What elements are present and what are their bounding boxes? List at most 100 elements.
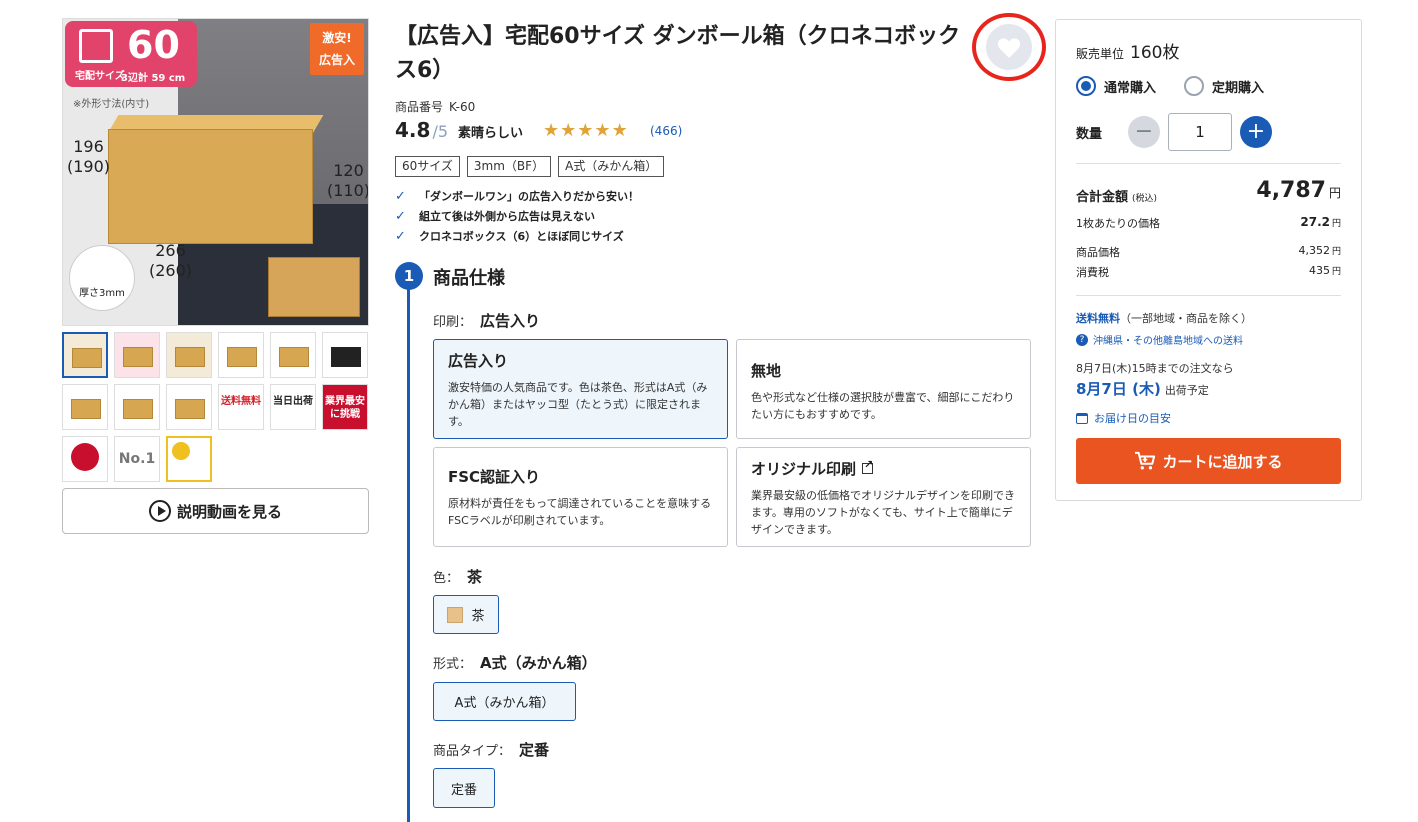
- color-swatch: [447, 606, 464, 623]
- cheap-badge-line2: 広告入: [318, 53, 355, 67]
- quantity-increase-button[interactable]: +: [1240, 116, 1272, 148]
- thumbnail-no1[interactable]: No.1: [114, 436, 160, 482]
- thumbnail-free-shipping[interactable]: 送料無料: [218, 384, 264, 430]
- dimension-note: ※外形寸法(内寸): [73, 99, 150, 110]
- size-label: 宅配サイズ: [75, 71, 125, 82]
- spec-tag: 3mm（BF）: [466, 156, 552, 177]
- radio-subscription-label[interactable]: 定期購入: [1212, 77, 1264, 96]
- total-price: 4,787 円: [1256, 178, 1341, 203]
- thickness-circle: 厚さ3mm: [69, 245, 135, 311]
- form-label-text: 形式：: [433, 657, 473, 672]
- form-value: A式（みかん箱）: [480, 654, 597, 672]
- watch-video-button[interactable]: 説明動画を見る: [62, 488, 369, 534]
- currency-label: 円: [1331, 267, 1341, 277]
- printing-label-text: 印刷：: [433, 315, 473, 330]
- feature-item: ✓ クロネコボックス（6）とほぼ同じサイズ: [395, 226, 639, 246]
- option-title-row: オリジナル印刷: [751, 458, 1016, 479]
- star-icon: ★: [543, 120, 560, 141]
- total-tax-note: (税込): [1132, 194, 1158, 204]
- form-option-a[interactable]: A式（みかん箱）: [433, 682, 576, 721]
- thumbnail-5[interactable]: [270, 332, 316, 378]
- favorite-button[interactable]: [972, 13, 1046, 81]
- star-icon: ★: [611, 120, 628, 141]
- option-desc: 業界最安級の低価格でオリジナルデザインを印刷できます。専用のソフトがなくても、サ…: [751, 489, 1015, 536]
- question-icon: ?: [1076, 333, 1088, 346]
- tax-price: 435 円: [1309, 264, 1341, 280]
- tax-label: 消費税: [1076, 266, 1109, 279]
- thumbnail-payment[interactable]: [166, 436, 212, 482]
- thumbnail-2[interactable]: [114, 332, 160, 378]
- type-label-text: 商品タイプ：: [433, 744, 512, 759]
- delivery-estimate-link[interactable]: お届け日の目安: [1076, 410, 1171, 426]
- rating-summary: 4.8 /5 素晴らしい: [395, 118, 523, 142]
- total-label: 合計金額 (税込): [1076, 186, 1157, 205]
- image-small-box: [268, 257, 360, 317]
- thumbnail-8[interactable]: [114, 384, 160, 430]
- radio-normal-purchase[interactable]: [1076, 76, 1096, 96]
- sales-unit-value: 160枚: [1130, 43, 1180, 63]
- dim-height-inner: (110): [327, 181, 369, 200]
- thumbnail-3[interactable]: [166, 332, 212, 378]
- radio-subscription[interactable]: [1184, 76, 1205, 96]
- thumbnail-9[interactable]: [166, 384, 212, 430]
- quantity-decrease-button[interactable]: −: [1128, 116, 1160, 148]
- thumbnail-6[interactable]: [322, 332, 368, 378]
- sku-label: 商品番号: [395, 100, 444, 114]
- rating-score: 4.8: [395, 118, 431, 142]
- total-price-value: 4,787: [1256, 178, 1326, 203]
- free-shipping-label: 送料無料: [1076, 312, 1120, 325]
- review-count-link[interactable]: (466): [650, 124, 682, 138]
- option-title: FSC認証入り: [448, 468, 541, 486]
- option-title: 広告入り: [448, 352, 509, 370]
- thumbnail-1[interactable]: [62, 332, 108, 378]
- star-icon: ★: [560, 120, 577, 141]
- divider: [1076, 295, 1341, 296]
- type-value: 定番: [519, 741, 550, 759]
- sku-value: K-60: [449, 100, 476, 114]
- type-option-standard[interactable]: 定番: [433, 768, 495, 808]
- thumbnail-7[interactable]: [62, 384, 108, 430]
- play-icon: [148, 500, 171, 522]
- item-price: 4,352 円: [1298, 244, 1341, 260]
- purchase-type: 通常購入 定期購入: [1076, 76, 1264, 96]
- quantity-input[interactable]: 1: [1168, 113, 1232, 151]
- free-shipping: 送料無料（一部地域・商品を除く）: [1076, 310, 1252, 326]
- size-badge: 60 宅配サイズ 3辺計 59 cm: [65, 21, 197, 87]
- thumbnail-domestic[interactable]: [62, 436, 108, 482]
- cart-icon: [1135, 451, 1156, 470]
- check-icon: ✓: [395, 208, 406, 224]
- color-label: 色： 茶: [433, 566, 482, 587]
- sales-unit: 販売単位 160枚: [1076, 38, 1179, 63]
- printing-option-plain[interactable]: 無地 色や形式など仕様の選択肢が豊富で、細部にこだわりたい方にもおすすめです。: [736, 339, 1031, 439]
- okinawa-shipping-link[interactable]: ? 沖縄県・その他離島地域への送料: [1076, 332, 1243, 347]
- color-option-brown[interactable]: 茶: [433, 595, 499, 634]
- thumbnail-4[interactable]: [218, 332, 264, 378]
- okinawa-shipping-label: 沖縄県・その他離島地域への送料: [1093, 336, 1243, 347]
- dim-height-value: 120: [333, 161, 364, 180]
- thumbnail-same-day[interactable]: 当日出荷: [270, 384, 316, 430]
- watch-video-label: 説明動画を見る: [176, 502, 282, 521]
- purchase-panel: 販売単位 160枚 通常購入 定期購入 数量 − 1 + 合計金額 (税込) 4,7…: [1055, 19, 1362, 501]
- add-to-cart-button[interactable]: カートに追加する: [1076, 438, 1341, 484]
- star-icon: ★: [577, 120, 594, 141]
- currency-label: 円: [1331, 247, 1341, 257]
- thumbnail-lowest-price[interactable]: 業界最安に挑戦: [322, 384, 368, 430]
- color-label-text: 色：: [433, 571, 460, 586]
- external-link-icon: [862, 458, 873, 474]
- box-icon: [79, 29, 113, 63]
- order-deadline: 8月7日(木)15時までの注文なら: [1076, 362, 1234, 375]
- total-label-text: 合計金額: [1076, 190, 1129, 205]
- ship-date-suffix: 出荷予定: [1164, 384, 1209, 397]
- main-product-image[interactable]: 60 宅配サイズ 3辺計 59 cm ※外形寸法(内寸) 激安! 広告入 196…: [62, 18, 369, 326]
- printing-option-original[interactable]: オリジナル印刷 業界最安級の低価格でオリジナルデザインを印刷できます。専用のソフ…: [736, 447, 1031, 547]
- spec-tag: A式（みかん箱）: [558, 156, 665, 177]
- dim-width-inner: (190): [67, 157, 111, 176]
- star-icon: ★: [594, 120, 611, 141]
- printing-option-fsc[interactable]: FSC認証入り 原材料が責任をもって調達されていることを意味するFSCラベルが印…: [433, 447, 728, 547]
- spec-tags: 60サイズ 3mm（BF） A式（みかん箱）: [395, 156, 671, 177]
- printing-option-ad[interactable]: 広告入り 激安特価の人気商品です。色は茶色、形式はA式（みかん箱）またはヤッコ型…: [433, 339, 728, 439]
- check-icon: ✓: [395, 228, 406, 244]
- radio-normal-label[interactable]: 通常購入: [1104, 77, 1156, 96]
- dim-height: 120 (110): [327, 161, 369, 201]
- option-title: 無地: [751, 362, 782, 380]
